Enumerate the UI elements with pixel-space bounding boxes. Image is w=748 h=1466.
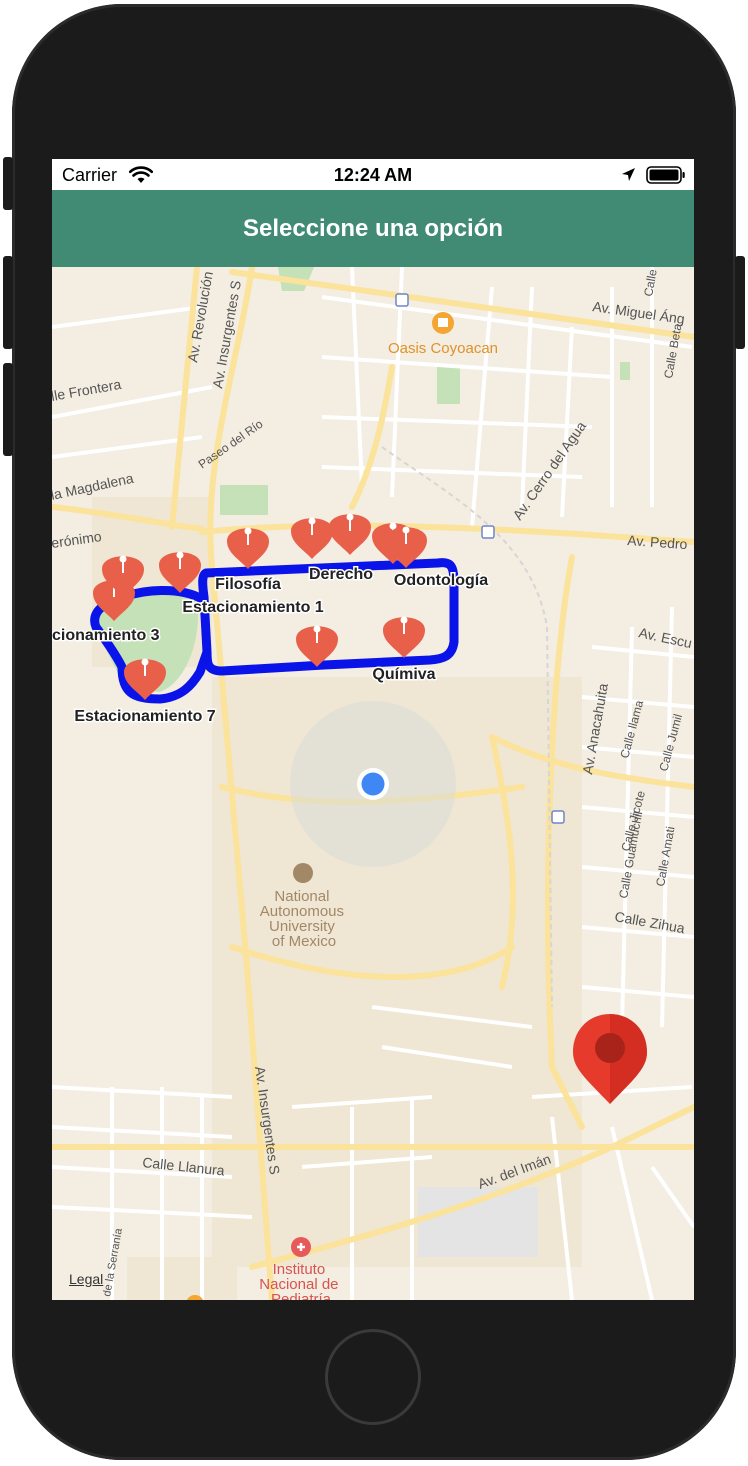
marker-label-derecho[interactable]: Derecho bbox=[307, 565, 374, 585]
map-view[interactable]: Oasis Coyoacan National Autonomous Unive… bbox=[52, 267, 694, 1300]
shopping-bag-glyph bbox=[438, 318, 448, 327]
marker-label-estacionamiento-1[interactable]: Estacionamiento 1 bbox=[181, 598, 325, 618]
clock: 12:24 AM bbox=[333, 165, 413, 185]
battery-icon bbox=[646, 166, 685, 184]
power-button bbox=[735, 256, 745, 349]
park bbox=[220, 485, 268, 515]
navigation-bar: Seleccione una opción bbox=[52, 190, 694, 267]
poi-label-oasis[interactable]: Oasis Coyoacan bbox=[388, 340, 498, 357]
volume-up-button bbox=[3, 256, 13, 349]
poi-label-unam-line: of Mexico bbox=[272, 933, 336, 950]
user-location-dot[interactable] bbox=[361, 772, 385, 796]
marker-label-estacionamiento-7[interactable]: Estacionamiento 7 bbox=[73, 707, 217, 727]
bus-stop-icon[interactable] bbox=[551, 810, 565, 824]
building-block bbox=[127, 1257, 237, 1300]
marker-label-odontologia[interactable]: Odontología bbox=[392, 571, 489, 591]
park bbox=[437, 367, 460, 404]
bus-stop-icon[interactable] bbox=[481, 525, 495, 539]
graduation-cap-icon[interactable] bbox=[293, 863, 313, 883]
bus-stop-icon[interactable] bbox=[395, 293, 409, 307]
status-bar: Carrier 12:24 AM bbox=[52, 159, 694, 190]
marker-label-quimica[interactable]: Químiva bbox=[371, 665, 437, 685]
home-button[interactable] bbox=[325, 1329, 421, 1425]
legal-link[interactable]: Legal bbox=[69, 1271, 103, 1287]
location-arrow-icon bbox=[622, 168, 635, 181]
marker-label-estacionamiento-3[interactable]: cionamiento 3 bbox=[52, 626, 161, 646]
marker-label-filosofia[interactable]: Filosofía bbox=[214, 575, 283, 595]
volume-down-button bbox=[3, 363, 13, 456]
screen: Carrier 12:24 AM Seleccione una opción O… bbox=[52, 159, 694, 1300]
poi-label-instituto-line: Pediatría bbox=[271, 1291, 332, 1300]
mute-switch bbox=[3, 157, 13, 210]
page-title: Seleccione una opción bbox=[242, 215, 504, 242]
park bbox=[620, 362, 630, 380]
